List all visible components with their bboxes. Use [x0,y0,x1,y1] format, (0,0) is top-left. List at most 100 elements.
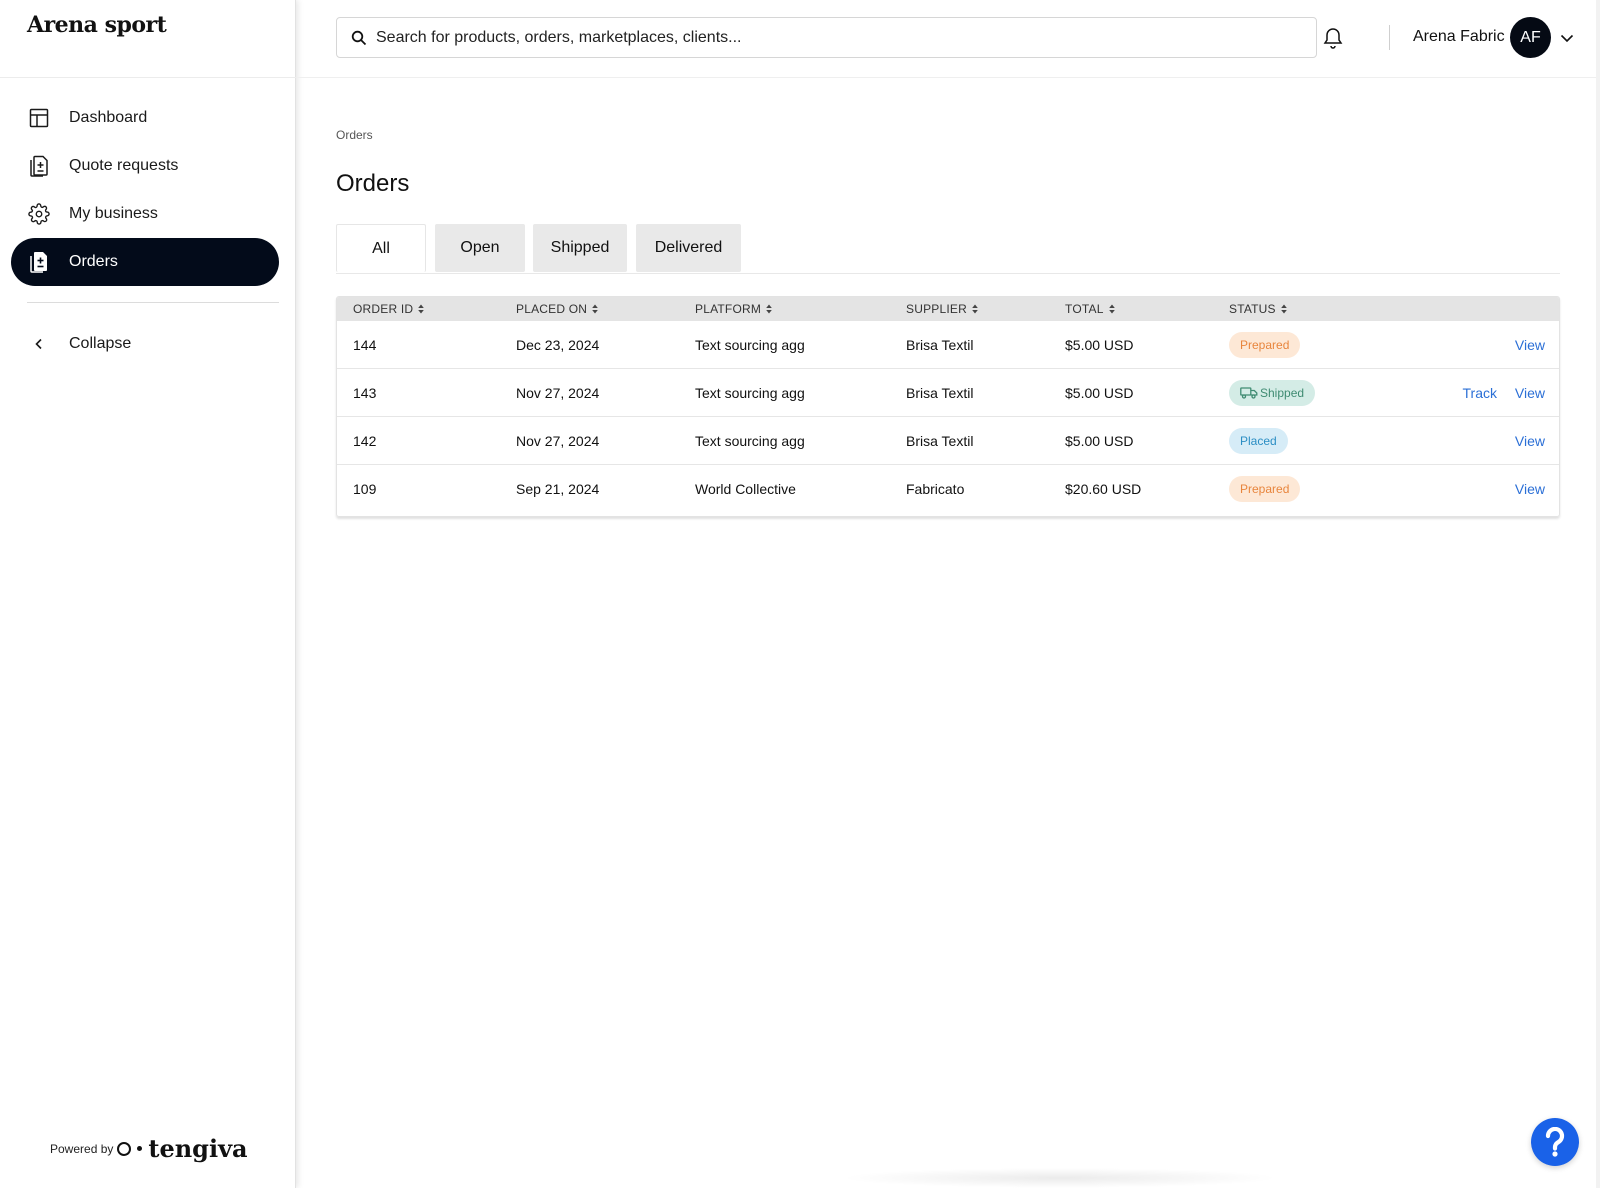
status-badge: Prepared [1229,476,1301,502]
chevron-left-icon [27,332,51,356]
quote-icon [27,154,51,178]
user-name[interactable]: Arena Fabric [1413,28,1505,46]
sidebar-nav: Dashboard Quote requests My business Ord… [11,94,279,286]
order-tabs: All Open Shipped Delivered [336,224,1560,274]
breadcrumb[interactable]: Orders [336,128,373,142]
column-header-label: TOTAL [1065,302,1104,316]
collapse-button[interactable]: Collapse [27,320,131,368]
table-header: ORDER ID PLACED ON PLATFORM SUPPLIER TOT… [337,297,1559,321]
tab-all[interactable]: All [336,224,426,272]
notifications-button[interactable] [1319,24,1347,52]
sidebar-item-label: Orders [69,253,118,270]
order-id: 144 [353,337,377,353]
platform: Text sourcing agg [695,337,805,353]
placed-on: Dec 23, 2024 [516,337,600,353]
column-header-placed-on[interactable]: PLACED ON [516,297,598,321]
sort-icon [1280,304,1287,314]
platform: Text sourcing agg [695,385,805,401]
view-link[interactable]: View [1515,385,1545,401]
total: $5.00 USD [1065,433,1134,449]
sort-icon [418,304,425,314]
column-header-status[interactable]: STATUS [1229,297,1287,321]
placed-on: Nov 27, 2024 [516,385,600,401]
sort-icon [972,304,978,314]
truck-icon [1240,387,1258,399]
column-header-label: PLATFORM [695,302,762,316]
sidebar-item-label: Quote requests [69,157,179,174]
sort-icon [766,304,772,314]
column-header-platform[interactable]: PLATFORM [695,297,772,321]
sidebar-item-dashboard[interactable]: Dashboard [11,94,279,142]
status-badge: Shipped [1229,380,1316,406]
powered-by-label: Powered by [50,1141,114,1156]
sidebar-item-quote-requests[interactable]: Quote requests [11,142,279,190]
tengiva-logo: tengiva [117,1134,248,1163]
tab-open[interactable]: Open [435,224,525,272]
page-title: Orders [336,170,410,197]
track-link[interactable]: Track [1463,385,1497,401]
sidebar: Arena sport Dashboard Quote requests My … [0,0,296,1188]
tengiva-logo-text: tengiva [148,1134,248,1163]
table-row[interactable]: 109 Sep 21, 2024 World Collective Fabric… [337,465,1559,513]
actions-cell: View [1515,321,1545,369]
sidebar-item-label: Dashboard [69,109,148,126]
order-id: 109 [353,481,377,497]
supplier: Fabricato [906,481,965,497]
view-link[interactable]: View [1515,481,1545,497]
sidebar-item-label: My business [69,205,158,222]
actions-cell: Track [1463,369,1497,417]
total: $20.60 USD [1065,481,1142,497]
sidebar-item-orders[interactable]: Orders [11,238,279,286]
total: $5.00 USD [1065,385,1134,401]
actions-cell: View [1515,465,1545,513]
collapse-label: Collapse [69,335,132,352]
status-badge: Placed [1229,428,1288,454]
user-menu-button[interactable] [1557,28,1577,48]
status-badge: Prepared [1229,332,1301,358]
bell-icon [1323,27,1343,49]
divider [0,77,296,78]
placed-on: Nov 27, 2024 [516,433,600,449]
column-header-label: SUPPLIER [906,302,967,316]
help-button[interactable] [1531,1118,1579,1166]
actions-cell: View [1515,417,1545,465]
column-header-label: STATUS [1229,302,1276,316]
tab-delivered[interactable]: Delivered [636,224,741,272]
status-cell: Prepared [1229,465,1301,513]
status-badge-label: Shipped [1260,386,1305,400]
sidebar-item-my-business[interactable]: My business [11,190,279,238]
question-mark-icon [1544,1127,1566,1157]
tab-shipped[interactable]: Shipped [533,224,627,272]
column-header-total[interactable]: TOTAL [1065,297,1115,321]
column-header-label: ORDER ID [353,302,414,316]
column-header-supplier[interactable]: SUPPLIER [906,297,978,321]
logo-ring-icon [117,1141,132,1156]
supplier: Brisa Textil [906,385,974,401]
gear-icon [27,202,51,226]
view-link[interactable]: View [1515,337,1545,353]
orders-icon [27,250,51,274]
platform: Text sourcing agg [695,433,805,449]
sort-icon [592,304,598,314]
table-row[interactable]: 143 Nov 27, 2024 Text sourcing agg Brisa… [337,369,1559,417]
orders-table: ORDER ID PLACED ON PLATFORM SUPPLIER TOT… [336,296,1560,517]
search-input[interactable] [376,28,1296,47]
column-header-order-id[interactable]: ORDER ID [353,297,425,321]
brand-logo[interactable]: Arena sport [27,12,167,38]
sort-icon [1108,304,1115,314]
table-row[interactable]: 144 Dec 23, 2024 Text sourcing agg Brisa… [337,321,1559,369]
order-id: 142 [353,433,377,449]
divider [1389,25,1390,50]
view-link[interactable]: View [1515,433,1545,449]
order-id: 143 [353,385,377,401]
dashboard-icon [27,106,51,130]
search-bar[interactable] [336,17,1317,58]
avatar[interactable]: AF [1510,17,1551,58]
status-cell: Placed [1229,417,1288,465]
total: $5.00 USD [1065,337,1134,353]
status-cell: Shipped [1229,369,1316,417]
scrollbar[interactable] [1596,0,1600,1188]
column-header-label: PLACED ON [516,302,588,316]
table-row[interactable]: 142 Nov 27, 2024 Text sourcing agg Brisa… [337,417,1559,465]
powered-by: Powered by tengiva [50,1134,248,1163]
